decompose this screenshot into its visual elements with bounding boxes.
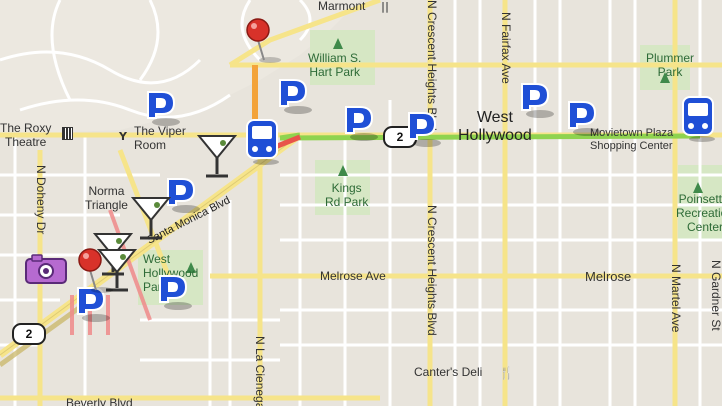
- street-label-fairfax: N Fairfax Ave: [499, 12, 513, 84]
- place-label-norma-triangle: Norma Triangle: [85, 184, 128, 212]
- cocktail-icon[interactable]: [196, 132, 238, 182]
- bus-icon[interactable]: [680, 95, 716, 143]
- street-label-melrose: Melrose: [585, 269, 632, 284]
- restaurant-icon: 🍴: [499, 366, 514, 380]
- map-canvas[interactable]: Marmont William S. Hart Park Plummer Par…: [0, 0, 722, 406]
- place-label-poinsettia: Poinsettia Recreation Center: [676, 192, 722, 234]
- parking-icon[interactable]: [154, 272, 194, 312]
- street-label-crescent-heights-bottom: N Crescent Heights Blvd: [425, 205, 439, 336]
- park-tree-icon: [333, 38, 343, 49]
- restaurant-icon: ||: [381, 0, 390, 13]
- place-label-kings-rd-park: Kings Rd Park: [325, 181, 369, 209]
- street-label-la-cienega: N La Cienega: [253, 336, 267, 406]
- place-label-marmont: Marmont: [318, 0, 366, 13]
- parking-icon[interactable]: [340, 103, 380, 143]
- place-label-hart-park: William S. Hart Park: [308, 51, 362, 79]
- parking-icon[interactable]: [563, 98, 603, 138]
- place-label-roxy: The Roxy Theatre: [0, 121, 52, 149]
- cocktail-icon[interactable]: [130, 194, 172, 244]
- parking-icon[interactable]: [403, 109, 443, 149]
- street-label-beverly: Beverly Blvd: [66, 396, 133, 406]
- place-label-plummer-park: Plummer Park: [646, 51, 695, 79]
- camera-icon[interactable]: [24, 253, 70, 285]
- pushpin-icon[interactable]: [244, 16, 284, 64]
- street-label-doheny: N Doheny Dr: [34, 165, 48, 235]
- place-label-canters: Canter's Deli: [414, 365, 483, 379]
- place-label-viper-room: The Viper Room: [134, 124, 186, 152]
- parking-icon[interactable]: [516, 80, 556, 120]
- park-tree-icon: [338, 165, 348, 176]
- cinema-icon: [62, 127, 73, 140]
- bar-icon: Y: [119, 130, 127, 143]
- parking-icon[interactable]: [274, 76, 314, 116]
- street-label-gardner: N Gardner St: [709, 260, 722, 331]
- parking-icon[interactable]: [142, 88, 182, 128]
- route-shield: 2: [12, 323, 46, 345]
- street-label-melrose-ave: Melrose Ave: [320, 269, 386, 283]
- pushpin-icon[interactable]: [76, 246, 116, 294]
- bus-icon[interactable]: [244, 118, 280, 166]
- street-label-martel: N Martel Ave: [669, 264, 683, 333]
